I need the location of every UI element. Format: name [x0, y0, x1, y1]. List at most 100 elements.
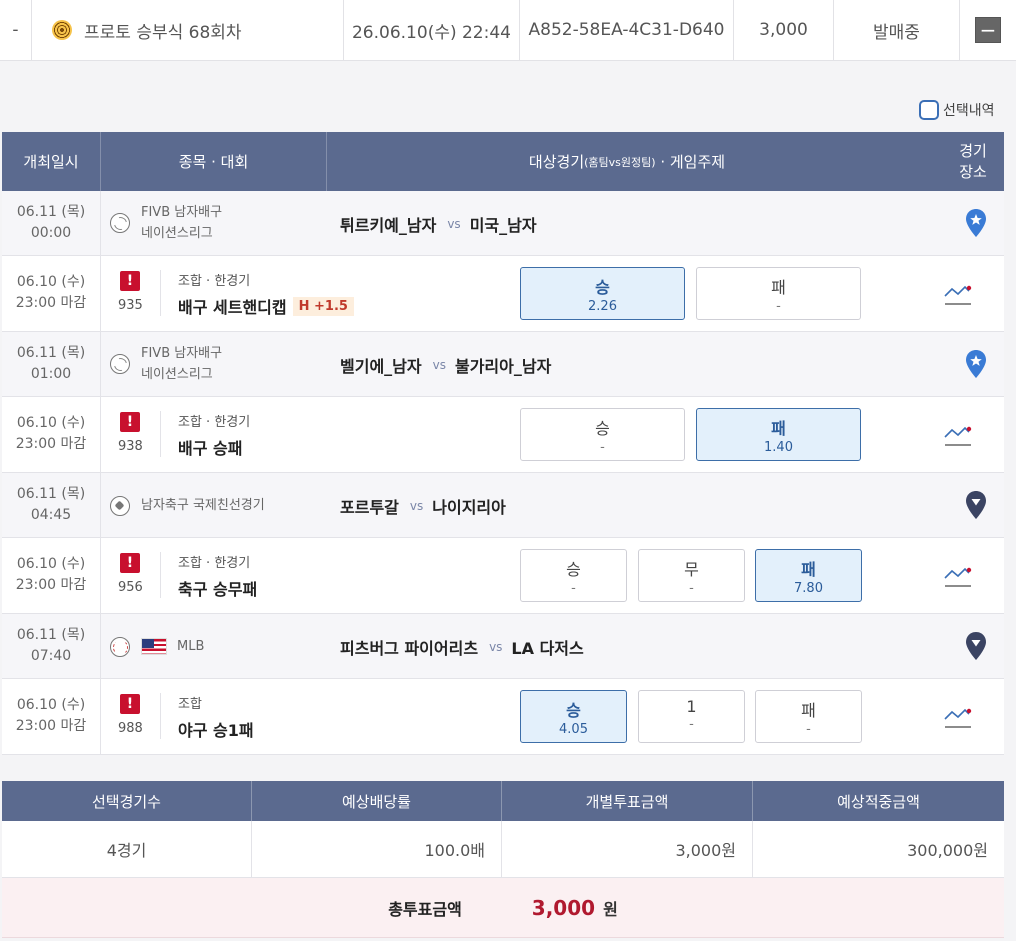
- odds-value: -: [571, 581, 576, 596]
- odds-label: 승: [566, 560, 581, 579]
- baseball-icon: [110, 636, 130, 657]
- odds-label: 승: [595, 278, 610, 297]
- header-target-main: 대상경기: [528, 153, 585, 171]
- neutral-pin-icon: [965, 631, 987, 661]
- game-row: 06.11 (목) 00:00 FIVB 남자배구 네이션스리그 튀르키예_남자 vs 미국…: [2, 191, 1004, 256]
- header-target-tail: · 게임주제: [655, 153, 726, 171]
- alert-icon: !: [120, 271, 140, 291]
- bet-summary: 선택경기수 예상배당률 개별투표금액 예상적중금액 4경기 100.0배 3,0…: [2, 781, 1004, 938]
- game-row: 06.11 (목) 01:00 FIVB 남자배구 네이션스리그 벨기에_남자 vs 불가리…: [2, 332, 1004, 397]
- game-row: 06.11 (목) 04:45 남자축구 국제친선경기 포르투갈 vs 나이지리아: [2, 473, 1004, 538]
- bet-deadline-time: 23:00 마감: [15, 436, 87, 452]
- stats-chart-icon[interactable]: [943, 282, 973, 306]
- bet-type: 조합 · 한경기: [178, 556, 251, 571]
- header-date: 개최일시: [23, 153, 79, 171]
- soccer-ball-icon: [110, 495, 130, 516]
- away-team: 나이지리아: [432, 498, 506, 517]
- match-teams[interactable]: 피츠버그 파이어리츠 vs LA 다저스: [340, 635, 584, 659]
- match-teams[interactable]: 포르투갈 vs 나이지리아: [340, 494, 506, 518]
- odds-button[interactable]: 승 2.26: [520, 267, 685, 320]
- odds-button[interactable]: 패 7.80: [755, 549, 862, 602]
- odds-label: 승: [566, 701, 581, 720]
- game-date-time: 00:00: [30, 225, 72, 241]
- slip-id-cell: A852-58EA-4C31-D640: [520, 0, 734, 60]
- home-pin-icon: [965, 349, 987, 379]
- game-date-day: 06.11 (목): [16, 627, 86, 643]
- collapse-cell: −: [960, 0, 1016, 60]
- odds-label: 패: [801, 701, 816, 720]
- game-date-time: 01:00: [30, 366, 72, 382]
- bet-deadline: 06.10 (수) 23:00 마감: [2, 554, 100, 596]
- bet-type: 조합 · 한경기: [178, 415, 251, 430]
- odds-button[interactable]: 승 4.05: [520, 690, 627, 743]
- game-date: 06.11 (목) 00:00: [2, 202, 100, 244]
- odds-value: 7.80: [794, 581, 823, 596]
- neutral-pin-icon: [965, 490, 987, 520]
- vs-label: vs: [447, 217, 461, 231]
- bet-name-text: 축구 승무패: [178, 580, 258, 599]
- game-number: 935: [118, 298, 143, 313]
- select-history-checkbox[interactable]: [919, 100, 939, 120]
- stats-chart-icon[interactable]: [943, 564, 973, 588]
- game-date-day: 06.11 (목): [16, 345, 86, 361]
- odds-label: 패: [771, 278, 786, 297]
- select-history-label: 선택내역: [943, 103, 995, 119]
- game-row: 06.11 (목) 07:40 MLB 피츠버그 파이어리츠 vs LA 다저스: [2, 614, 1004, 679]
- odds-value: -: [689, 717, 694, 732]
- home-team: 포르투갈: [340, 498, 399, 517]
- slip-amount: 3,000: [759, 20, 808, 40]
- bet-name-text: 배구 승패: [178, 439, 243, 458]
- select-history-toggle[interactable]: 선택내역: [919, 100, 995, 120]
- odds-button[interactable]: 패 1.40: [696, 408, 861, 461]
- odds-value: -: [806, 722, 811, 737]
- bet-row: 06.10 (수) 23:00 마감! 938 조합 · 한경기 배구 승패 승 - 패 1.4…: [2, 397, 1004, 473]
- league-name: MLB: [177, 639, 205, 654]
- odds-value: -: [600, 440, 605, 455]
- total-stake-value: 3,000: [531, 895, 596, 920]
- odds-button[interactable]: 패-: [755, 690, 862, 743]
- sport-league: 남자축구 국제친선경기: [110, 495, 265, 516]
- bet-summary-values: 4경기 100.0배 3,000원 300,000원: [2, 821, 1004, 878]
- away-team: LA 다저스: [511, 639, 584, 658]
- collapse-button[interactable]: −: [975, 17, 1001, 43]
- bet-row: 06.10 (수) 23:00 마감! 935 조합 · 한경기배구 세트핸디캡 H +…: [2, 256, 1004, 332]
- game-date-time: 04:45: [30, 507, 72, 523]
- odds-button[interactable]: 패-: [696, 267, 861, 320]
- slip-datetime: 26.06.10(수) 22:44: [351, 22, 511, 43]
- header-target-sub: (홈팀vs원정팀): [584, 155, 656, 169]
- odds-button[interactable]: 1-: [638, 690, 745, 743]
- game-number: 956: [118, 580, 143, 595]
- bet-type: 조합 · 한경기: [178, 274, 251, 289]
- odds-button[interactable]: 승-: [520, 549, 627, 602]
- volleyball-icon: [110, 213, 130, 233]
- bet-date: 06.10 (수): [16, 697, 86, 713]
- stats-chart-icon[interactable]: [943, 423, 973, 447]
- bet-deadline: 06.10 (수) 23:00 마감: [2, 272, 100, 314]
- league-name-sub: 네이션스리그: [141, 226, 213, 241]
- header-sport: 종목 · 대회: [178, 153, 249, 171]
- vs-label: vs: [489, 640, 503, 654]
- home-team: 벨기에_남자: [340, 357, 422, 376]
- odds-label: 승: [595, 419, 610, 438]
- odds-value: -: [776, 299, 781, 314]
- game-date: 06.11 (목) 01:00: [2, 343, 100, 385]
- stats-chart-icon[interactable]: [943, 705, 973, 729]
- bet-date: 06.10 (수): [16, 556, 86, 572]
- league-name: 남자축구 국제친선경기: [141, 498, 265, 513]
- summary-payout: 300,000원: [907, 841, 988, 860]
- home-team: 튀르키예_남자: [340, 216, 437, 235]
- odds-label: 무: [684, 560, 699, 579]
- odds-button[interactable]: 승-: [520, 408, 685, 461]
- header-target: 대상경기 (홈팀vs원정팀) · 게임주제: [327, 132, 927, 191]
- odds-button[interactable]: 무-: [638, 549, 745, 602]
- match-teams[interactable]: 튀르키예_남자 vs 미국_남자: [340, 212, 537, 236]
- vs-label: vs: [409, 499, 424, 513]
- bet-name: 배구 세트핸디캡 H +1.5: [178, 294, 354, 318]
- game-number: 938: [118, 439, 143, 454]
- total-stake-row: 총투표금액 3,000 원: [2, 878, 1004, 938]
- match-teams[interactable]: 벨기에_남자 vs 불가리아_남자: [340, 353, 551, 377]
- volleyball-icon: [110, 354, 130, 374]
- slip-title-cell[interactable]: 프로토 승부식 68회차: [32, 0, 344, 60]
- league-name: FIVB 남자배구: [141, 346, 223, 361]
- bet-summary-header: 선택경기수 예상배당률 개별투표금액 예상적중금액: [2, 781, 1004, 821]
